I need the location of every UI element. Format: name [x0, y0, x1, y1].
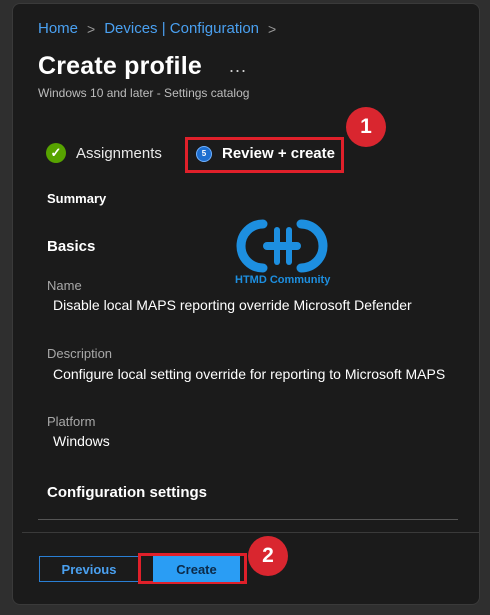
summary-heading: Summary [47, 191, 107, 206]
platform-label: Platform [47, 414, 96, 429]
name-value: Disable local MAPS reporting override Mi… [53, 297, 412, 313]
previous-button[interactable]: Previous [39, 556, 139, 582]
breadcrumb-devices-configuration[interactable]: Devices | Configuration [104, 20, 259, 37]
step-review-create-label: Review + create [222, 145, 335, 162]
name-label: Name [47, 278, 82, 293]
create-button[interactable]: Create [153, 556, 240, 582]
configuration-settings-heading: Configuration settings [47, 484, 207, 501]
page-title: Create profile [38, 52, 202, 80]
more-options-button[interactable]: ... [229, 56, 247, 77]
callout-badge-2: 2 [248, 536, 288, 576]
divider [38, 519, 458, 520]
basics-heading: Basics [47, 238, 96, 255]
watermark-text: HTMD Community [235, 274, 331, 286]
breadcrumb: Home > Devices | Configuration > [38, 20, 276, 37]
step-assignments-label: Assignments [76, 144, 162, 162]
page-subtitle: Windows 10 and later - Settings catalog [38, 86, 250, 100]
checkmark-icon: ✓ [46, 143, 66, 163]
step-number-badge: 5 [196, 145, 212, 162]
breadcrumb-home[interactable]: Home [38, 20, 78, 37]
platform-value: Windows [53, 433, 110, 449]
callout-badge-1: 1 [346, 107, 386, 147]
chevron-right-icon: > [87, 20, 96, 37]
chevron-right-icon: > [268, 20, 277, 37]
description-value: Configure local setting override for rep… [53, 366, 446, 382]
footer-divider [22, 532, 480, 533]
step-review-create[interactable]: 5 Review + create [196, 145, 335, 162]
description-label: Description [47, 346, 113, 361]
step-assignments[interactable]: ✓ Assignments [46, 143, 162, 163]
